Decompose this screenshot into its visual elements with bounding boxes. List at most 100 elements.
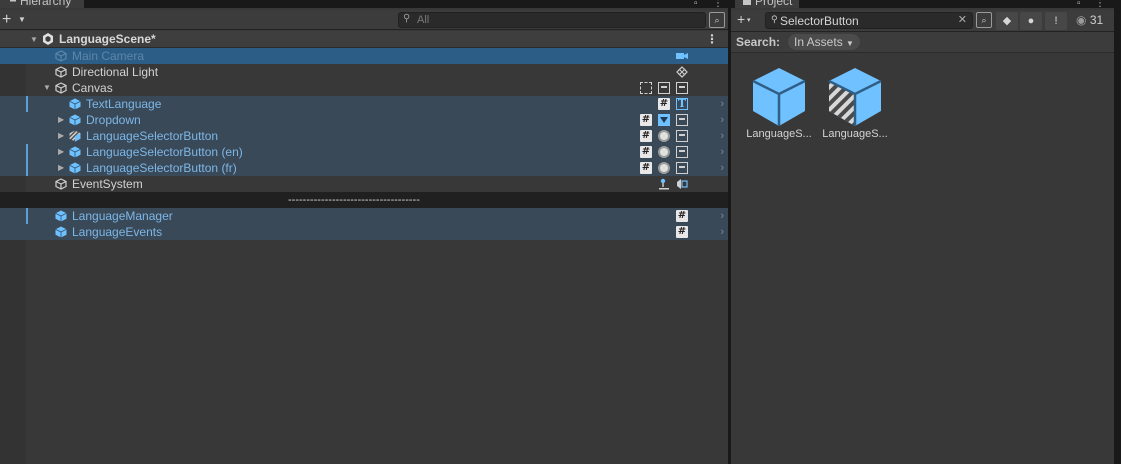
asset-name: LanguageS... <box>746 128 812 140</box>
filter-by-label-icon[interactable]: ● <box>1020 12 1042 30</box>
fold-open-icon[interactable]: ▼ <box>43 80 51 96</box>
chevron-down-icon: ▼ <box>18 15 26 24</box>
create-asset-button[interactable]: + ▾ <box>737 11 763 29</box>
tree-row-language-selector-button[interactable]: ▶ LanguageSelectorButton # › <box>0 128 728 144</box>
scene-row[interactable]: ▼ LanguageScene* ⋮ <box>0 31 728 48</box>
search-scope-label: Search: <box>736 35 781 49</box>
tree-row-canvas[interactable]: ▼ Canvas <box>0 80 728 96</box>
hidden-count: 31 <box>1089 13 1104 27</box>
image-icon <box>676 130 688 142</box>
toggle-icon <box>658 130 670 142</box>
hierarchy-search[interactable]: ⚲ <box>398 12 706 28</box>
image-icon <box>676 162 688 174</box>
gameobject-icon <box>55 66 67 78</box>
camera-icon <box>676 50 688 62</box>
project-search[interactable]: ⚲ ✕ <box>765 12 973 29</box>
maximize-icon[interactable]: ▫ <box>1077 0 1081 9</box>
chevron-right-icon[interactable]: › <box>720 112 724 128</box>
chevron-right-icon[interactable]: › <box>720 96 724 112</box>
tab-project[interactable]: Project <box>735 0 799 8</box>
hierarchy-separator: ------------------------------------ <box>0 192 728 208</box>
tree-row-event-system[interactable]: EventSystem <box>0 176 728 192</box>
chevron-right-icon[interactable]: › <box>720 224 724 240</box>
tree-row-directional-light[interactable]: Directional Light <box>0 64 728 80</box>
panel-menu-icon[interactable]: ⋮ <box>713 0 723 9</box>
prefab-override-bar <box>26 208 28 224</box>
chevron-down-icon: ▼ <box>846 39 854 48</box>
panel-menu-icon[interactable]: ⋮ <box>1095 0 1105 9</box>
prefab-icon <box>55 226 67 238</box>
chevron-right-icon[interactable]: › <box>720 208 724 224</box>
prefab-icon <box>69 98 81 110</box>
maximize-icon[interactable]: ▫ <box>694 0 698 9</box>
chevron-right-icon[interactable]: › <box>720 144 724 160</box>
prefab-icon <box>752 68 806 126</box>
window-edge <box>1114 0 1121 464</box>
image-icon <box>676 114 688 126</box>
tree-row-dropdown[interactable]: ▶ Dropdown # › <box>0 112 728 128</box>
hidden-packages-counter[interactable]: ◉ 31 <box>1076 13 1103 27</box>
script-icon: # <box>676 226 688 238</box>
fold-closed-icon[interactable]: ▶ <box>58 160 64 176</box>
script-icon: # <box>676 210 688 222</box>
scene-menu-icon[interactable]: ⋮ <box>706 31 718 48</box>
hierarchy-list-icon <box>8 0 16 3</box>
light-icon <box>676 66 688 78</box>
eye-icon: ◉ <box>1076 13 1087 27</box>
tab-hierarchy[interactable]: Hierarchy <box>0 0 84 8</box>
dropdown-icon <box>658 114 670 126</box>
filter-by-type-icon[interactable]: ◆ <box>996 12 1018 30</box>
tree-row-label: Dropdown <box>86 113 141 127</box>
warnings-toggle-icon[interactable]: ! <box>1045 12 1067 30</box>
script-icon: # <box>640 146 652 158</box>
prefab-override-bar <box>26 96 28 112</box>
asset-tile-prefab-variant[interactable]: LanguageS... <box>820 66 890 140</box>
chevron-down-icon: ▾ <box>747 17 751 24</box>
tree-row-label: Canvas <box>72 81 113 95</box>
fold-closed-icon[interactable]: ▶ <box>58 128 64 144</box>
tree-row-label: EventSystem <box>72 177 143 191</box>
hierarchy-tabstrip: Hierarchy ▫ ⋮ <box>0 0 728 9</box>
asset-name: LanguageS... <box>822 128 888 140</box>
search-icon: ⚲ <box>771 14 778 24</box>
rect-transform-icon <box>640 82 652 94</box>
prefab-variant-icon <box>828 68 882 126</box>
scene-visibility-icon[interactable]: ⌕ <box>709 12 725 28</box>
tree-row-language-selector-button-fr[interactable]: ▶ LanguageSelectorButton (fr) # › <box>0 160 728 176</box>
folder-icon <box>743 0 751 5</box>
tree-row-main-camera[interactable]: Main Camera <box>0 48 728 64</box>
project-toolbar: +▾ ⚲ ✕ ⌕ ◆ ● ! ◉ 31 <box>731 10 1114 32</box>
prefab-icon <box>55 210 67 222</box>
scene-name: LanguageScene* <box>59 32 156 46</box>
separator-text: ------------------------------------ <box>288 194 420 206</box>
tree-row-language-events[interactable]: LanguageEvents # › <box>0 224 728 240</box>
gameobject-icon <box>55 178 67 190</box>
gameobject-icon <box>55 82 67 94</box>
prefab-override-bar <box>26 160 28 176</box>
event-system-icon <box>658 178 670 190</box>
tree-row-label: LanguageSelectorButton (en) <box>86 145 243 159</box>
hierarchy-panel: Hierarchy ▫ ⋮ +▼ ⚲ ⌕ ▼ LanguageScene* ⋮ … <box>0 0 728 464</box>
asset-tile-prefab[interactable]: LanguageS... <box>744 66 814 140</box>
search-by-type-icon[interactable]: ⌕ <box>976 12 992 28</box>
hierarchy-search-input[interactable] <box>417 13 697 27</box>
project-search-input[interactable] <box>780 14 960 28</box>
chevron-right-icon[interactable]: › <box>720 128 724 144</box>
tree-row-label: LanguageEvents <box>72 225 163 239</box>
create-button[interactable]: + ▼ <box>2 11 28 29</box>
tree-row-label: LanguageManager <box>72 209 173 223</box>
scope-value: In Assets <box>794 35 843 49</box>
fold-closed-icon[interactable]: ▶ <box>58 144 64 160</box>
fold-closed-icon[interactable]: ▶ <box>58 112 64 128</box>
clear-search-icon[interactable]: ✕ <box>958 13 967 26</box>
tree-row-label: Main Camera <box>72 49 145 63</box>
toggle-icon <box>658 146 670 158</box>
tree-row-language-selector-button-en[interactable]: ▶ LanguageSelectorButton (en) # › <box>0 144 728 160</box>
chevron-right-icon[interactable]: › <box>720 160 724 176</box>
canvas-scaler-icon <box>676 82 688 94</box>
tree-row-text-language[interactable]: TextLanguage # T › <box>0 96 728 112</box>
tree-row-language-manager[interactable]: LanguageManager # › <box>0 208 728 224</box>
fold-open-icon[interactable]: ▼ <box>30 31 38 48</box>
scope-dropdown[interactable]: In Assets ▼ <box>788 34 860 50</box>
prefab-icon <box>69 146 81 158</box>
